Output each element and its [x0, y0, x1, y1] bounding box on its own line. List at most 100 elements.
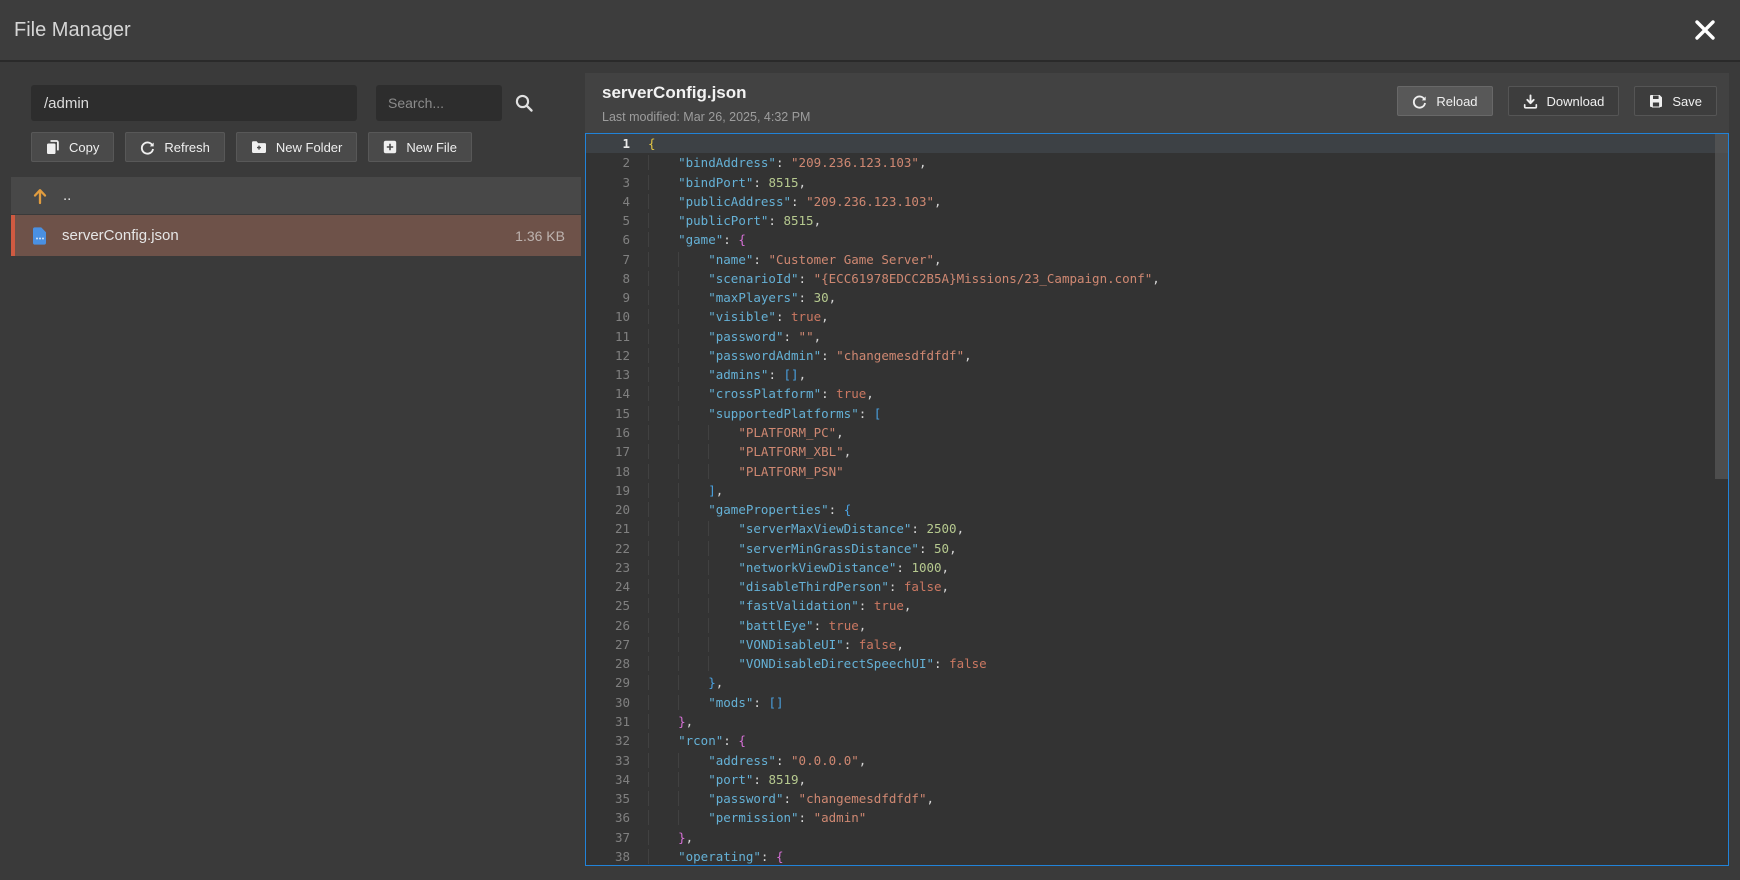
new-folder-label: New Folder — [276, 140, 342, 155]
search-input[interactable] — [376, 85, 502, 121]
code-line[interactable]: 7 "name": "Customer Game Server", — [586, 250, 1728, 269]
copy-button[interactable]: Copy — [31, 132, 114, 162]
main-content: Copy Refresh New Folder — [11, 73, 1729, 866]
refresh-button[interactable]: Refresh — [125, 132, 225, 162]
code-line[interactable]: 17 "PLATFORM_XBL", — [586, 442, 1728, 461]
search-button[interactable] — [504, 85, 544, 121]
line-number: 21 — [586, 519, 630, 538]
code-line[interactable]: 11 "password": "", — [586, 327, 1728, 346]
line-number: 26 — [586, 616, 630, 635]
parent-directory-row[interactable]: .. — [11, 177, 581, 215]
code-line[interactable]: 25 "fastValidation": true, — [586, 596, 1728, 615]
line-number: 12 — [586, 346, 630, 365]
line-number: 3 — [586, 173, 630, 192]
code-line[interactable]: 5 "publicPort": 8515, — [586, 211, 1728, 230]
code-line[interactable]: 21 "serverMaxViewDistance": 2500, — [586, 519, 1728, 538]
code-line[interactable]: 13 "admins": [], — [586, 365, 1728, 384]
download-button[interactable]: Download — [1508, 86, 1620, 116]
file-row-serverconfig[interactable]: serverConfig.json 1.36 KB — [11, 215, 581, 256]
code-line[interactable]: 4 "publicAddress": "209.236.123.103", — [586, 192, 1728, 211]
new-file-button[interactable]: New File — [368, 132, 472, 162]
code-line[interactable]: 1{ — [586, 134, 1728, 153]
refresh-icon — [140, 140, 155, 155]
line-number: 14 — [586, 384, 630, 403]
code-line[interactable]: 2 "bindAddress": "209.236.123.103", — [586, 153, 1728, 172]
save-label: Save — [1672, 94, 1702, 109]
code-line[interactable]: 30 "mods": [] — [586, 693, 1728, 712]
code-line[interactable]: 8 "scenarioId": "{ECC61978EDCC2B5A}Missi… — [586, 269, 1728, 288]
editor-header-text: serverConfig.json Last modified: Mar 26,… — [602, 83, 810, 124]
code-line[interactable]: 23 "networkViewDistance": 1000, — [586, 558, 1728, 577]
code-line[interactable]: 12 "passwordAdmin": "changemesdfdfdf", — [586, 346, 1728, 365]
line-number: 27 — [586, 635, 630, 654]
line-number: 8 — [586, 269, 630, 288]
code-line[interactable]: 3 "bindPort": 8515, — [586, 173, 1728, 192]
up-arrow-icon — [32, 187, 48, 205]
code-editor[interactable]: 1{2 "bindAddress": "209.236.123.103",3 "… — [585, 133, 1729, 866]
line-number: 29 — [586, 673, 630, 692]
code-line[interactable]: 35 "password": "changemesdfdfdf", — [586, 789, 1728, 808]
editor-actions: Reload Download Save — [1397, 83, 1717, 116]
close-button[interactable] — [1688, 13, 1722, 47]
code-line[interactable]: 16 "PLATFORM_PC", — [586, 423, 1728, 442]
code-line[interactable]: 6 "game": { — [586, 230, 1728, 249]
code-line[interactable]: 24 "disableThirdPerson": false, — [586, 577, 1728, 596]
code-line[interactable]: 36 "permission": "admin" — [586, 808, 1728, 827]
code-line[interactable]: 10 "visible": true, — [586, 307, 1728, 326]
line-number: 9 — [586, 288, 630, 307]
line-number: 35 — [586, 789, 630, 808]
window-title: File Manager — [14, 19, 131, 42]
line-number: 4 — [586, 192, 630, 211]
parent-directory-label: .. — [63, 187, 71, 204]
code-line[interactable]: 26 "battlEye": true, — [586, 616, 1728, 635]
code-line[interactable]: 15 "supportedPlatforms": [ — [586, 404, 1728, 423]
reload-label: Reload — [1436, 94, 1477, 109]
browser-toolbar: Copy Refresh New Folder — [31, 132, 581, 162]
file-manager-window: File Manager — [0, 0, 1740, 866]
code-line[interactable]: 31 }, — [586, 712, 1728, 731]
file-json-icon — [32, 227, 47, 245]
new-folder-button[interactable]: New Folder — [236, 132, 357, 162]
folder-plus-icon — [251, 140, 267, 154]
line-number: 20 — [586, 500, 630, 519]
line-number: 11 — [586, 327, 630, 346]
code-line[interactable]: 18 "PLATFORM_PSN" — [586, 462, 1728, 481]
copy-icon — [46, 140, 60, 155]
line-number: 13 — [586, 365, 630, 384]
code-line[interactable]: 19 ], — [586, 481, 1728, 500]
code-line[interactable]: 33 "address": "0.0.0.0", — [586, 751, 1728, 770]
line-number: 24 — [586, 577, 630, 596]
reload-button[interactable]: Reload — [1397, 86, 1492, 116]
code-line[interactable]: 14 "crossPlatform": true, — [586, 384, 1728, 403]
code-area[interactable]: 1{2 "bindAddress": "209.236.123.103",3 "… — [586, 134, 1728, 866]
line-number: 18 — [586, 462, 630, 481]
line-number: 25 — [586, 596, 630, 615]
path-search-row — [31, 85, 581, 121]
code-line[interactable]: 29 }, — [586, 673, 1728, 692]
reload-icon — [1412, 94, 1427, 109]
code-line[interactable]: 34 "port": 8519, — [586, 770, 1728, 789]
code-line[interactable]: 37 }, — [586, 828, 1728, 847]
line-number: 32 — [586, 731, 630, 750]
code-line[interactable]: 22 "serverMinGrassDistance": 50, — [586, 539, 1728, 558]
code-line[interactable]: 9 "maxPlayers": 30, — [586, 288, 1728, 307]
file-name: serverConfig.json — [62, 227, 179, 244]
line-number: 10 — [586, 307, 630, 326]
code-line[interactable]: 27 "VONDisableUI": false, — [586, 635, 1728, 654]
code-line[interactable]: 38 "operating": { — [586, 847, 1728, 866]
line-number: 33 — [586, 751, 630, 770]
new-file-label: New File — [406, 140, 457, 155]
line-number: 38 — [586, 847, 630, 866]
line-number: 34 — [586, 770, 630, 789]
code-line[interactable]: 28 "VONDisableDirectSpeechUI": false — [586, 654, 1728, 673]
save-icon — [1649, 94, 1663, 108]
line-number: 17 — [586, 442, 630, 461]
code-line[interactable]: 32 "rcon": { — [586, 731, 1728, 750]
code-line[interactable]: 20 "gameProperties": { — [586, 500, 1728, 519]
copy-label: Copy — [69, 140, 99, 155]
save-button[interactable]: Save — [1634, 86, 1717, 116]
close-icon — [1693, 18, 1717, 42]
line-number: 31 — [586, 712, 630, 731]
editor-vertical-scrollbar[interactable] — [1715, 134, 1728, 479]
path-input[interactable] — [31, 85, 357, 121]
